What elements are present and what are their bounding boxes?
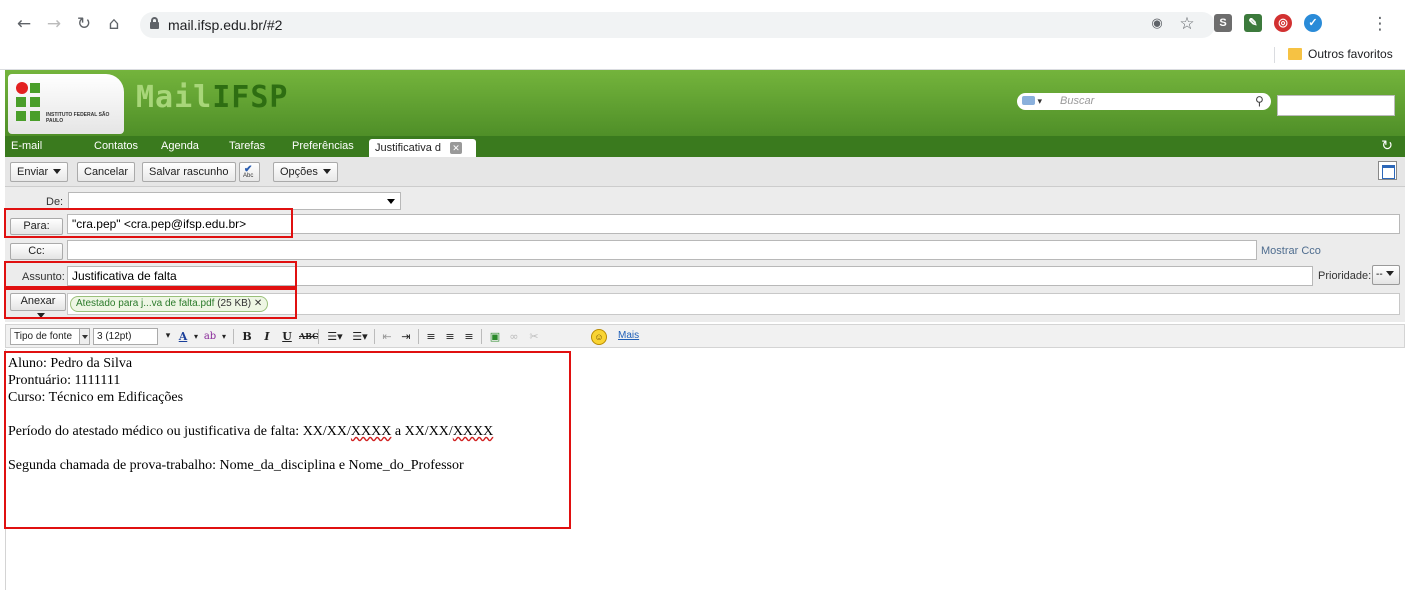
home-icon[interactable]: ⌂ — [104, 14, 124, 34]
body-line-course: Curso: Técnico em Edificações — [8, 390, 184, 405]
app-header: INSTITUTO FEDERAL SÃO PAULO MailIFSP ▾ B… — [5, 70, 1405, 136]
text-color-icon[interactable]: A — [176, 328, 190, 345]
highlight-dropdown-icon[interactable]: ▾ — [220, 328, 228, 345]
spellcheck-icon[interactable]: ✔ Abc — [239, 162, 260, 182]
bookmark-folder-label: Outros favoritos — [1308, 47, 1393, 61]
align-center-icon[interactable]: ≡ — [443, 328, 457, 345]
browser-chrome: ← → ↻ ⌂ mail.ifsp.edu.br/#2 ◉ ☆ S ✎ ◎ ✓ … — [0, 0, 1405, 70]
star-icon[interactable]: ☆ — [1177, 14, 1197, 34]
font-size-dropdown-icon[interactable]: ▾ — [163, 328, 173, 345]
to-button[interactable]: Para: — [10, 218, 63, 235]
search-icon[interactable]: ⚲ — [1255, 94, 1264, 108]
quick-search-field[interactable] — [1277, 95, 1395, 116]
tab-tasks[interactable]: Tarefas — [229, 140, 265, 152]
to-field[interactable]: "cra.pep" <cra.pep@ifsp.edu.br> — [67, 214, 1400, 234]
highlight-color-icon[interactable]: ab — [202, 328, 218, 345]
insert-image-icon[interactable]: ▣ — [487, 328, 503, 345]
remove-attachment-icon[interactable]: ✕ — [254, 298, 262, 309]
chevron-down-icon — [53, 169, 62, 174]
underline-icon[interactable]: U — [281, 328, 293, 345]
back-icon[interactable]: ← — [14, 14, 34, 34]
message-body-editor[interactable]: Aluno: Pedro da Silva Prontuário: 111111… — [5, 349, 1405, 590]
strikethrough-icon[interactable]: ABC — [299, 328, 318, 345]
body-line-student: Aluno: Pedro da Silva — [8, 356, 133, 371]
bold-icon[interactable]: B — [241, 328, 253, 345]
tab-calendar[interactable]: Agenda — [161, 140, 199, 152]
folder-icon — [1288, 48, 1302, 60]
bullet-list-icon[interactable]: ☰▾ — [324, 328, 346, 345]
search-placeholder: Buscar — [1060, 95, 1095, 107]
attachment-area: Atestado para j...va de falta.pdf (25 KB… — [67, 293, 1400, 315]
unlink-icon[interactable]: ✂ — [526, 328, 542, 345]
editor-toolbar: Tipo de fonte 3 (12pt) ▾ A ▾ ab ▾ B I U … — [5, 324, 1405, 348]
priority-label: Prioridade: — [1318, 270, 1372, 282]
search-bar[interactable]: ▾ Buscar ⚲ — [1017, 93, 1271, 110]
more-link[interactable]: Mais — [618, 330, 639, 341]
body-line-second-call: Segunda chamada de prova-trabalho: Nome_… — [8, 458, 464, 473]
italic-icon[interactable]: I — [261, 328, 273, 345]
font-family-select[interactable]: Tipo de fonte — [10, 328, 90, 345]
app-tab-bar: E-mail Contatos Agenda Tarefas Preferênc… — [5, 136, 1405, 157]
attach-button[interactable]: Anexar — [10, 293, 66, 318]
compose-form: De: Para: "cra.pep" <cra.pep@ifsp.edu.br… — [5, 187, 1405, 322]
reload-icon[interactable]: ↻ — [74, 14, 94, 34]
tab-compose[interactable]: Justificativa d ✕ — [369, 139, 476, 157]
subject-field[interactable]: Justificativa de falta — [67, 266, 1313, 286]
url-text: mail.ifsp.edu.br/#2 — [168, 17, 283, 33]
ifsp-logo: INSTITUTO FEDERAL SÃO PAULO — [8, 74, 124, 134]
send-button[interactable]: Enviar — [10, 162, 69, 182]
options-button[interactable]: Opções — [273, 162, 338, 182]
link-icon[interactable]: ∞ — [506, 328, 522, 345]
from-select[interactable] — [68, 192, 401, 210]
attachment-name[interactable]: Atestado para j...va de falta.pdf — [76, 298, 214, 309]
refresh-icon[interactable]: ↻ — [1381, 138, 1393, 154]
font-size-select[interactable]: 3 (12pt) — [93, 328, 158, 345]
forward-icon[interactable]: → — [44, 14, 64, 34]
emoticon-icon[interactable]: ☺ — [591, 329, 607, 345]
brand-title: MailIFSP — [136, 80, 289, 115]
eye-icon[interactable]: ◉ — [1147, 14, 1167, 34]
envelope-icon — [1022, 96, 1035, 105]
outdent-icon[interactable]: ⇤ — [380, 328, 394, 345]
align-left-icon[interactable]: ≡ — [424, 328, 438, 345]
attachment-chip[interactable]: Atestado para j...va de falta.pdf (25 KB… — [70, 296, 269, 312]
address-bar[interactable]: mail.ifsp.edu.br/#2 — [140, 12, 1215, 38]
body-line-record: Prontuário: 1111111 — [8, 373, 121, 388]
priority-select[interactable]: -- — [1372, 265, 1400, 285]
chevron-down-icon — [1385, 271, 1394, 276]
lock-icon — [150, 17, 159, 29]
menu-dots-icon[interactable]: ⋮ — [1370, 14, 1390, 34]
extension-stop-icon[interactable]: ◎ — [1274, 14, 1292, 32]
chevron-down-icon — [36, 313, 45, 318]
body-line-period: Período do atestado médico ou justificat… — [8, 424, 494, 439]
cc-field[interactable] — [67, 240, 1257, 260]
close-tab-icon[interactable]: ✕ — [450, 142, 462, 154]
chevron-down-icon — [387, 199, 395, 204]
extension-check-icon[interactable]: ✓ — [1304, 14, 1322, 32]
save-draft-button[interactable]: Salvar rascunho — [142, 162, 236, 182]
tab-preferences[interactable]: Preferências — [292, 140, 354, 152]
cancel-button[interactable]: Cancelar — [77, 162, 136, 182]
extension-s-icon[interactable]: S — [1214, 14, 1232, 32]
detach-window-icon[interactable] — [1378, 161, 1397, 180]
numbered-list-icon[interactable]: ☰▾ — [349, 328, 371, 345]
tab-contacts[interactable]: Contatos — [94, 140, 138, 152]
tab-email[interactable]: E-mail — [11, 140, 42, 152]
from-label: De: — [46, 196, 64, 208]
cc-button[interactable]: Cc: — [10, 243, 63, 260]
show-bcc-link[interactable]: Mostrar Cco — [1261, 245, 1321, 257]
align-right-icon[interactable]: ≡ — [462, 328, 476, 345]
chevron-down-icon — [322, 169, 331, 174]
extension-edit-icon[interactable]: ✎ — [1244, 14, 1262, 32]
indent-icon[interactable]: ⇥ — [399, 328, 413, 345]
tab-compose-label: Justificativa d — [375, 142, 442, 154]
search-type-selector[interactable]: ▾ — [1022, 96, 1048, 107]
text-color-dropdown-icon[interactable]: ▾ — [192, 328, 200, 345]
compose-toolbar: Enviar Cancelar Salvar rascunho ✔ Abc Opç… — [5, 157, 1405, 187]
subject-label: Assunto: — [22, 271, 65, 283]
attachment-size: (25 KB) — [217, 298, 252, 309]
bookmark-separator — [1274, 47, 1275, 63]
